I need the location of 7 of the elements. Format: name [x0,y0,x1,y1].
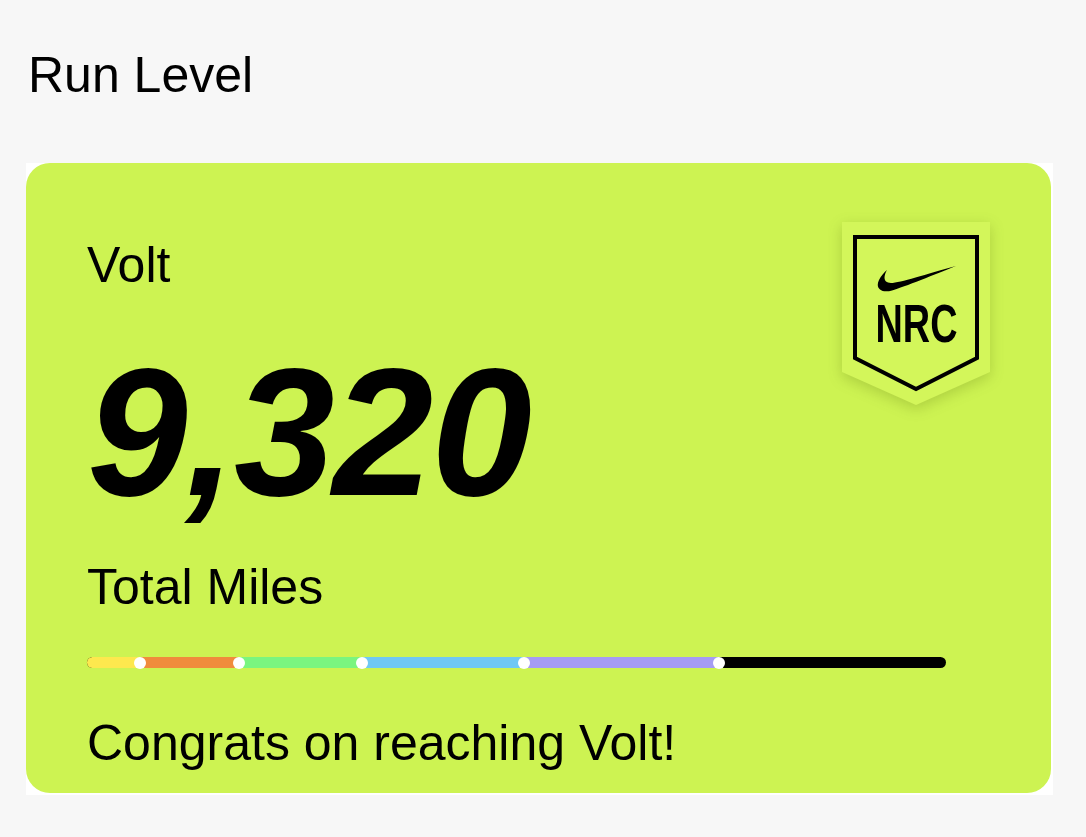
level-name: Volt [87,240,171,290]
congrats-message: Congrats on reaching Volt! [87,718,677,768]
total-label: Total Miles [87,562,324,612]
total-distance: 9,320 [87,342,530,523]
page-title: Run Level [28,50,254,100]
swoosh-icon [876,265,956,292]
logo-text: NRC [875,296,957,350]
